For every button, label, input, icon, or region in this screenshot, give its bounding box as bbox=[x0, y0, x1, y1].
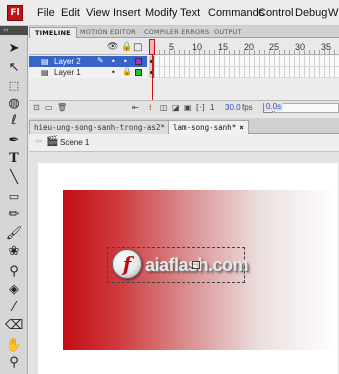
layer-row[interactable]: ▤ Layer 2 ✎ • • bbox=[29, 56, 339, 67]
scroll-to-playhead-icon[interactable]: ⇤ bbox=[132, 103, 139, 112]
pencil-icon: ✎ bbox=[97, 56, 104, 65]
layer-row[interactable]: ▤ Layer 1 • 🔒 bbox=[29, 67, 339, 78]
app-logo: Fl bbox=[7, 5, 23, 21]
document-tab-active[interactable]: lam-song-sanh* × bbox=[168, 120, 249, 134]
zoom-tool-icon[interactable]: ⚲ bbox=[5, 354, 23, 372]
lasso-tool-icon[interactable]: ℓ bbox=[5, 112, 23, 130]
document-tabs: hieu-ung-song-sanh-trong-as2*× lam-song-… bbox=[29, 118, 339, 134]
new-folder-icon[interactable]: ▭ bbox=[45, 103, 53, 112]
lock-icon[interactable]: 🔒 bbox=[121, 42, 132, 52]
timeline-header: 👁 🔒 □ 5 10 15 20 25 30 35 bbox=[29, 39, 339, 55]
eraser-tool-icon[interactable]: ⌫ bbox=[5, 317, 23, 335]
layer-name-cell[interactable]: ▤ Layer 2 ✎ • • bbox=[29, 56, 147, 67]
menu-edit[interactable]: Edit bbox=[61, 7, 80, 19]
subselection-tool-icon[interactable]: ↖ bbox=[5, 59, 23, 77]
center-frame-icon[interactable]: ⁞ bbox=[149, 103, 152, 112]
menu-bar: Fl File Edit View Insert Modify Text Com… bbox=[0, 0, 339, 26]
layer-icon: ▤ bbox=[41, 68, 49, 77]
scene-icon: 🎬 bbox=[46, 136, 59, 147]
menu-text[interactable]: Text bbox=[180, 7, 200, 19]
document-tab[interactable]: hieu-ung-song-sanh-trong-as2*× bbox=[29, 120, 178, 134]
tab-motion-editor[interactable]: MOTION EDITOR bbox=[75, 27, 141, 38]
timeline-footer: ⊡ ▭ 🗑 ⇤ ⁞ ◫ ◪ ▣ [·] 1 30.0 fps ◀ bbox=[29, 100, 339, 114]
layer-color-swatch[interactable] bbox=[135, 69, 142, 76]
brush-tool-icon[interactable]: 🖌 bbox=[5, 225, 23, 243]
edit-bar: ⇦ 🎬 Scene 1 bbox=[29, 134, 339, 152]
menu-insert[interactable]: Insert bbox=[113, 7, 141, 19]
frame-ruler bbox=[149, 50, 339, 55]
eye-icon[interactable]: 👁 bbox=[107, 42, 118, 52]
tab-output[interactable]: OUTPUT bbox=[209, 27, 247, 38]
line-tool-icon[interactable]: ╲ bbox=[5, 169, 23, 187]
document-tab-label: hieu-ung-song-sanh-trong-as2* bbox=[34, 123, 165, 132]
bone-tool-icon[interactable]: ⚲ bbox=[5, 263, 23, 281]
menu-view[interactable]: View bbox=[86, 7, 110, 19]
panel-tabs: TIMELINE MOTION EDITOR COMPILER ERRORS O… bbox=[29, 26, 339, 38]
visibility-dot-icon[interactable]: • bbox=[111, 56, 116, 67]
registration-point[interactable] bbox=[192, 261, 200, 269]
document-tab-label: lam-song-sanh* bbox=[173, 123, 237, 132]
hand-tool-icon[interactable]: ✋ bbox=[5, 337, 23, 355]
back-arrow-icon[interactable]: ⇦ bbox=[35, 137, 43, 147]
rectangle-tool-icon[interactable]: ▭ bbox=[5, 188, 23, 206]
timeline-panel: TIMELINE MOTION EDITOR COMPILER ERRORS O… bbox=[29, 26, 339, 114]
tools-panel: ‹‹ ➤ ↖ ⬚ ◍ ℓ ✒ T ╲ ▭ ✏ 🖌 ❀ ⚲ ◈ ⁄ ⌫ ✋ ⚲ bbox=[0, 26, 28, 374]
selection-tool-icon[interactable]: ➤ bbox=[5, 40, 23, 58]
layer-name[interactable]: Layer 2 bbox=[54, 56, 81, 67]
visibility-dot-icon[interactable]: • bbox=[111, 67, 116, 78]
current-frame: 1 bbox=[210, 103, 215, 112]
paint-bucket-tool-icon[interactable]: ◈ bbox=[5, 281, 23, 299]
free-transform-tool-icon[interactable]: ⬚ bbox=[5, 77, 23, 95]
playhead-handle[interactable] bbox=[149, 39, 155, 55]
modify-markers-icon[interactable]: [·] bbox=[196, 103, 205, 112]
menu-window[interactable]: Wi bbox=[328, 7, 339, 19]
layer-frames[interactable] bbox=[149, 67, 339, 78]
menu-debug[interactable]: Debug bbox=[295, 7, 327, 19]
onion-outlines-icon[interactable]: ◪ bbox=[172, 103, 180, 112]
menu-control[interactable]: Control bbox=[258, 7, 293, 19]
layer-name[interactable]: Layer 1 bbox=[54, 67, 81, 78]
onion-skin-icon[interactable]: ◫ bbox=[160, 103, 168, 112]
outline-icon[interactable]: □ bbox=[133, 42, 142, 53]
layer-name-cell[interactable]: ▤ Layer 1 • 🔒 bbox=[29, 67, 147, 78]
pasteboard[interactable]: f aiaflash.com bbox=[29, 153, 339, 374]
frame-rate[interactable]: 30.0 bbox=[225, 103, 241, 112]
horizontal-scrollbar[interactable] bbox=[274, 103, 339, 113]
layer-color-swatch[interactable] bbox=[135, 58, 142, 65]
frame-rate-unit: fps bbox=[242, 103, 253, 112]
pen-tool-icon[interactable]: ✒ bbox=[5, 132, 23, 150]
flash-logo-icon: f bbox=[112, 249, 142, 279]
eyedropper-tool-icon[interactable]: ⁄ bbox=[5, 299, 23, 317]
menu-modify[interactable]: Modify bbox=[145, 7, 177, 19]
stage[interactable]: f aiaflash.com bbox=[38, 163, 338, 374]
flash-logo-glyph: f bbox=[122, 252, 132, 276]
layer-icon: ▤ bbox=[41, 57, 49, 66]
tools-collapse-icon[interactable]: ‹‹ bbox=[0, 26, 28, 35]
new-layer-icon[interactable]: ⊡ bbox=[33, 103, 40, 112]
close-icon[interactable]: × bbox=[239, 123, 244, 132]
menu-commands[interactable]: Commands bbox=[208, 7, 264, 19]
3d-rotation-tool-icon[interactable]: ◍ bbox=[5, 95, 23, 113]
text-tool-icon[interactable]: T bbox=[5, 150, 23, 168]
lock-dot-icon[interactable]: • bbox=[123, 56, 128, 67]
lock-icon[interactable]: 🔒 bbox=[122, 67, 132, 76]
edit-multiple-frames-icon[interactable]: ▣ bbox=[184, 103, 192, 112]
pencil-tool-icon[interactable]: ✏ bbox=[5, 206, 23, 224]
menu-file[interactable]: File bbox=[37, 7, 55, 19]
tab-timeline[interactable]: TIMELINE bbox=[29, 27, 77, 38]
deco-tool-icon[interactable]: ❀ bbox=[5, 243, 23, 261]
elapsed-time: 0.0s bbox=[264, 102, 284, 111]
tab-compiler-errors[interactable]: COMPILER ERRORS bbox=[139, 27, 214, 38]
scene-label[interactable]: Scene 1 bbox=[60, 138, 89, 147]
layer-frames[interactable] bbox=[149, 56, 339, 67]
delete-layer-icon[interactable]: 🗑 bbox=[57, 103, 67, 112]
